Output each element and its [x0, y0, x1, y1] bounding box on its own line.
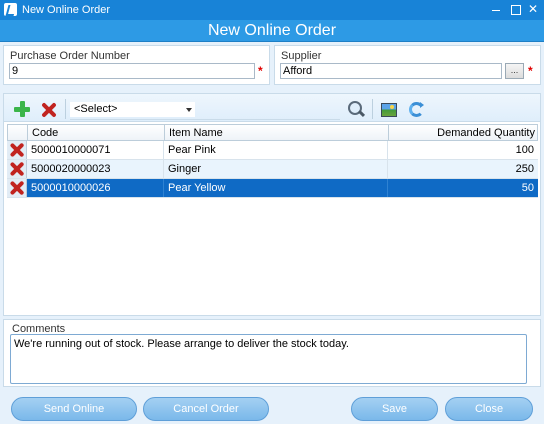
table-row-selected[interactable]: 5000010000026 Pear Yellow 50 — [7, 179, 538, 198]
image-icon[interactable] — [381, 103, 397, 117]
save-button[interactable]: Save — [351, 397, 438, 421]
close-icon[interactable]: ✕ — [525, 1, 541, 17]
purchase-order-label: Purchase Order Number — [10, 50, 130, 62]
app-logo-icon — [4, 3, 17, 16]
select-underline — [70, 119, 340, 120]
order-items-panel: <Select> Code Item Name Demanded Quantit… — [3, 93, 541, 316]
window-title: New Online Order — [22, 4, 111, 16]
supplier-panel: Supplier ... * — [274, 45, 541, 85]
cell-code: 5000020000023 — [27, 160, 164, 178]
add-icon[interactable] — [13, 100, 31, 118]
cell-item-name: Pear Yellow — [164, 179, 388, 197]
cell-quantity[interactable]: 50 — [388, 179, 538, 197]
items-toolbar: <Select> — [4, 94, 540, 122]
delete-row-icon[interactable] — [10, 181, 24, 195]
cell-quantity[interactable]: 250 — [388, 160, 538, 178]
required-marker: * — [528, 64, 533, 78]
refresh-icon[interactable] — [409, 102, 424, 117]
column-header-demanded-quantity[interactable]: Demanded Quantity — [389, 125, 539, 140]
column-header-item-name[interactable]: Item Name — [165, 125, 389, 140]
table-row[interactable]: 5000020000023 Ginger 250 — [7, 160, 538, 179]
required-marker: * — [258, 64, 263, 78]
delete-icon[interactable] — [41, 102, 56, 117]
title-bar: New Online Order ✕ — [0, 0, 544, 20]
cell-quantity[interactable]: 100 — [388, 141, 538, 159]
chevron-down-icon — [186, 108, 192, 112]
table-row[interactable]: 5000010000071 Pear Pink 100 — [7, 141, 538, 160]
item-select-value: <Select> — [74, 103, 118, 115]
supplier-input[interactable] — [280, 63, 502, 79]
delete-row-icon[interactable] — [10, 162, 24, 176]
search-icon[interactable] — [347, 100, 365, 118]
close-button[interactable]: Close — [445, 397, 533, 421]
cell-code: 5000010000026 — [27, 179, 164, 197]
form-body: Purchase Order Number * Supplier ... * <… — [0, 42, 544, 424]
table-header: Code Item Name Demanded Quantity — [7, 124, 538, 141]
column-header-code[interactable]: Code — [28, 125, 165, 140]
delete-row-icon[interactable] — [10, 143, 24, 157]
supplier-browse-button[interactable]: ... — [505, 63, 524, 79]
item-select-dropdown[interactable]: <Select> — [70, 102, 195, 117]
maximize-icon[interactable] — [507, 1, 523, 17]
header-delete-column — [8, 125, 28, 140]
cell-item-name: Ginger — [164, 160, 388, 178]
purchase-order-input[interactable] — [9, 63, 255, 79]
page-title: New Online Order — [0, 20, 544, 42]
supplier-label: Supplier — [281, 50, 322, 62]
cell-item-name: Pear Pink — [164, 141, 388, 159]
toolbar-divider — [372, 99, 373, 119]
minimize-icon[interactable] — [488, 1, 504, 17]
cell-code: 5000010000071 — [27, 141, 164, 159]
comments-textarea[interactable]: We're running out of stock. Please arran… — [10, 334, 527, 384]
purchase-order-panel: Purchase Order Number * — [3, 45, 270, 85]
cancel-order-button[interactable]: Cancel Order — [143, 397, 269, 421]
toolbar-divider — [65, 99, 66, 119]
comments-panel: Comments We're running out of stock. Ple… — [3, 319, 541, 387]
send-online-button[interactable]: Send Online — [11, 397, 137, 421]
